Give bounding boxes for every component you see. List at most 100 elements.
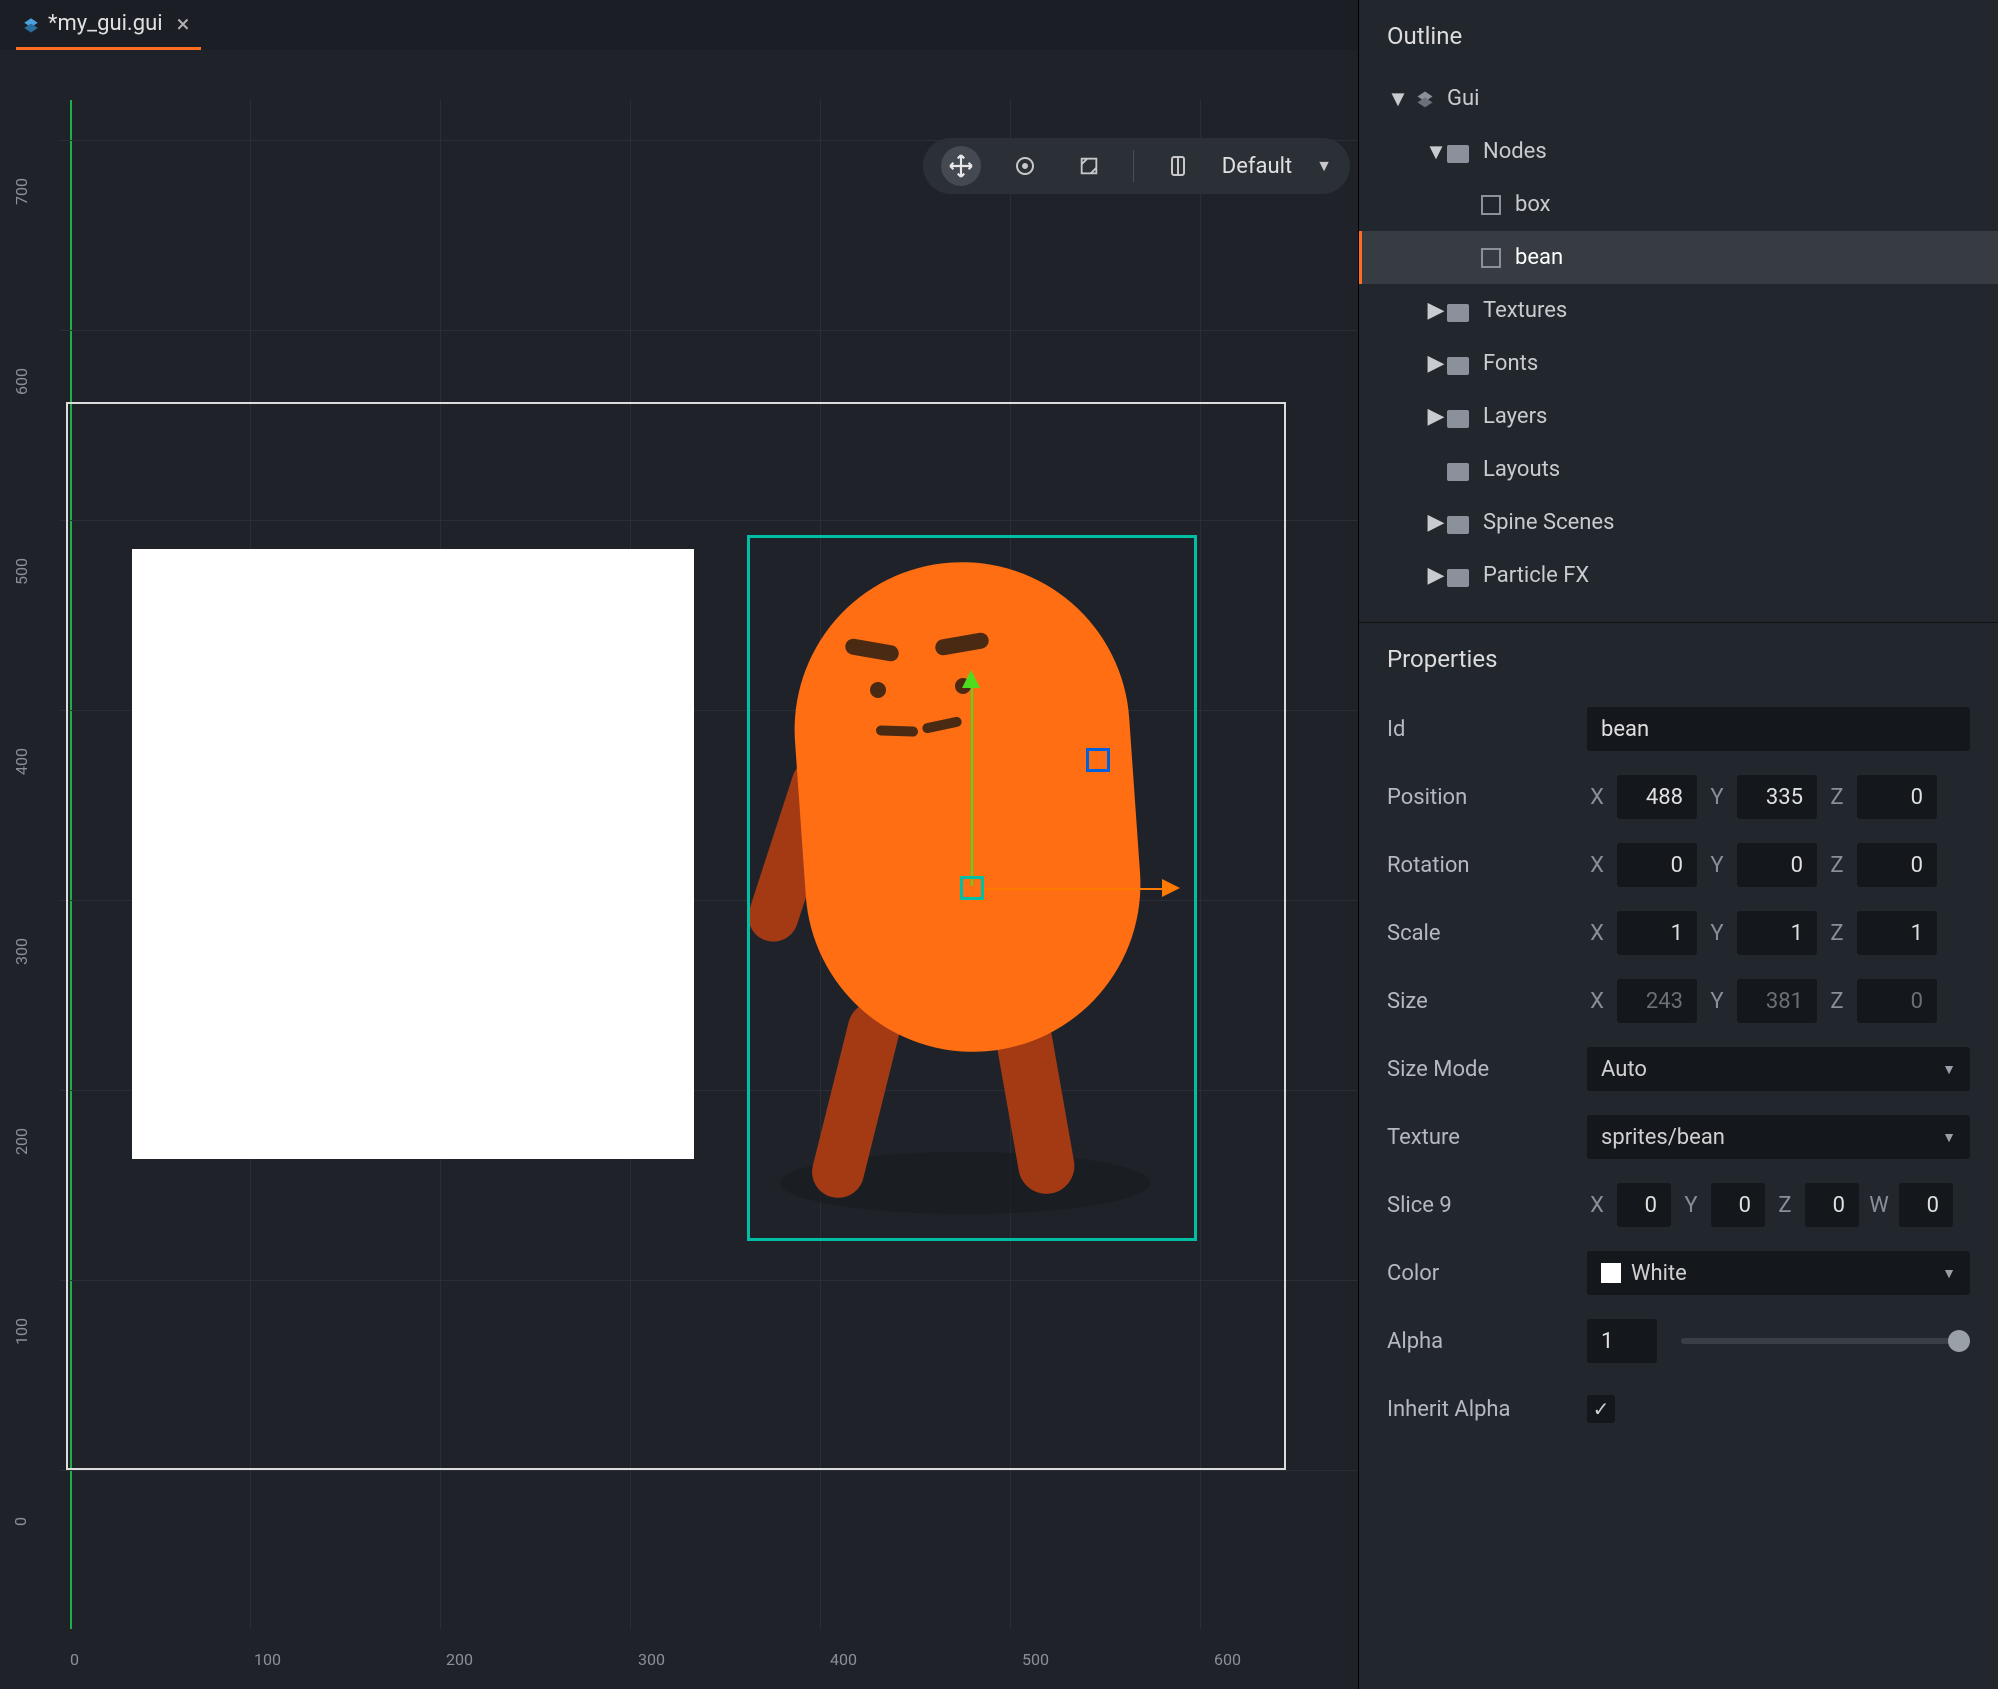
slice9-x[interactable] [1617, 1183, 1671, 1227]
sizemode-select[interactable]: Auto▼ [1587, 1047, 1970, 1091]
size-x [1617, 979, 1697, 1023]
color-swatch [1601, 1263, 1621, 1283]
size-y [1737, 979, 1817, 1023]
folder-icon [1447, 463, 1469, 481]
slider-thumb[interactable] [1948, 1330, 1970, 1352]
ruler-horizontal: 0 100 200 300 400 500 600 [0, 1629, 1358, 1689]
chevron-down-icon: ▼ [1942, 1129, 1956, 1146]
slice9-w[interactable] [1899, 1183, 1953, 1227]
outline-item-label: bean [1515, 245, 1563, 270]
scale-x[interactable] [1617, 911, 1697, 955]
sizemode-label: Size Mode [1387, 1057, 1587, 1082]
rotation-label: Rotation [1387, 853, 1587, 878]
outline-layers[interactable]: ▶ Layers [1359, 390, 1998, 443]
outline-nodes[interactable]: ▼ Nodes [1359, 125, 1998, 178]
slice9-y[interactable] [1711, 1183, 1765, 1227]
layers-icon [1415, 89, 1435, 109]
chevron-right-icon[interactable]: ▶ [1425, 351, 1447, 376]
outline-fonts[interactable]: ▶ Fonts [1359, 337, 1998, 390]
outline-section-label: Particle FX [1483, 563, 1589, 588]
outline-title: Outline [1359, 0, 1998, 72]
device-select[interactable]: Default [1222, 154, 1292, 179]
properties-panel: Properties Id Position X Y Z Rotation X … [1359, 622, 1998, 1689]
device-icon[interactable] [1158, 146, 1198, 186]
chevron-right-icon[interactable]: ▶ [1425, 404, 1447, 429]
texture-label: Texture [1387, 1125, 1587, 1150]
chevron-right-icon[interactable]: ▶ [1425, 563, 1447, 588]
outline-item-bean[interactable]: bean [1359, 231, 1998, 284]
gizmo-x-arrowhead [1162, 879, 1180, 897]
outline-nodes-label: Nodes [1483, 139, 1547, 164]
texture-select[interactable]: sprites/bean▼ [1587, 1115, 1970, 1159]
rotation-y[interactable] [1737, 843, 1817, 887]
position-y[interactable] [1737, 775, 1817, 819]
gizmo-y-arrowhead [962, 670, 980, 688]
folder-icon [1447, 569, 1469, 587]
chevron-down-icon: ▼ [1942, 1265, 1956, 1282]
alpha-slider[interactable] [1681, 1338, 1970, 1344]
outline-particlefx[interactable]: ▶ Particle FX [1359, 549, 1998, 602]
rotate-tool[interactable] [1005, 146, 1045, 186]
outline-section-label: Textures [1483, 298, 1567, 323]
outline-item-label: box [1515, 192, 1551, 217]
slice9-z[interactable] [1805, 1183, 1859, 1227]
scale-tool[interactable] [1069, 146, 1109, 186]
folder-icon [1447, 410, 1469, 428]
canvas[interactable]: Default ▼ [0, 50, 1358, 1689]
folder-icon [1447, 145, 1469, 163]
outline-section-label: Layers [1483, 404, 1547, 429]
gizmo-x-axis[interactable] [984, 888, 1164, 890]
scale-label: Scale [1387, 921, 1587, 946]
box-icon [1481, 248, 1501, 268]
outline-item-box[interactable]: box [1359, 178, 1998, 231]
file-tab[interactable]: *my_gui.gui × [16, 0, 201, 50]
rotation-x[interactable] [1617, 843, 1697, 887]
ruler-vertical: 700 600 500 400 300 200 100 0 [0, 100, 60, 1689]
box-icon [1481, 195, 1501, 215]
outline-root[interactable]: ▼ Gui [1359, 72, 1998, 125]
alpha-label: Alpha [1387, 1329, 1587, 1354]
outline-layouts[interactable]: Layouts [1359, 443, 1998, 496]
outline-root-label: Gui [1447, 86, 1479, 111]
inherit-alpha-label: Inherit Alpha [1387, 1397, 1587, 1422]
gizmo-xy-handle[interactable] [1086, 748, 1110, 772]
tab-bar: *my_gui.gui × [0, 0, 1358, 50]
folder-icon [1447, 304, 1469, 322]
position-x[interactable] [1617, 775, 1697, 819]
properties-title: Properties [1359, 623, 1998, 695]
color-select[interactable]: White▼ [1587, 1251, 1970, 1295]
chevron-right-icon[interactable]: ▶ [1425, 510, 1447, 535]
size-label: Size [1387, 989, 1587, 1014]
id-label: Id [1387, 717, 1587, 742]
chevron-down-icon[interactable]: ▼ [1425, 139, 1447, 165]
folder-icon [1447, 516, 1469, 534]
gizmo-y-axis[interactable] [971, 686, 973, 886]
inherit-alpha-checkbox[interactable]: ✓ [1587, 1395, 1615, 1423]
id-input[interactable] [1587, 707, 1970, 751]
color-label: Color [1387, 1261, 1587, 1286]
box-node[interactable] [132, 549, 694, 1159]
layers-icon [22, 15, 40, 33]
slice9-label: Slice 9 [1387, 1193, 1587, 1218]
folder-icon [1447, 357, 1469, 375]
outline-section-label: Layouts [1483, 457, 1560, 482]
position-z[interactable] [1857, 775, 1937, 819]
gizmo-origin[interactable] [960, 876, 984, 900]
move-tool[interactable] [941, 146, 981, 186]
chevron-down-icon[interactable]: ▼ [1387, 86, 1409, 112]
outline-textures[interactable]: ▶ Textures [1359, 284, 1998, 337]
scale-y[interactable] [1737, 911, 1817, 955]
rotation-z[interactable] [1857, 843, 1937, 887]
scale-z[interactable] [1857, 911, 1937, 955]
chevron-down-icon: ▼ [1942, 1061, 1956, 1078]
outline-section-label: Spine Scenes [1483, 510, 1614, 535]
close-icon[interactable]: × [171, 10, 196, 38]
chevron-down-icon[interactable]: ▼ [1316, 156, 1332, 176]
outline-panel: Outline ▼ Gui ▼ Nodes box [1359, 0, 1998, 622]
size-z [1857, 979, 1937, 1023]
outline-section-label: Fonts [1483, 351, 1538, 376]
scene-toolbar: Default ▼ [923, 138, 1350, 194]
outline-spine[interactable]: ▶ Spine Scenes [1359, 496, 1998, 549]
alpha-input[interactable] [1587, 1319, 1657, 1363]
chevron-right-icon[interactable]: ▶ [1425, 298, 1447, 323]
